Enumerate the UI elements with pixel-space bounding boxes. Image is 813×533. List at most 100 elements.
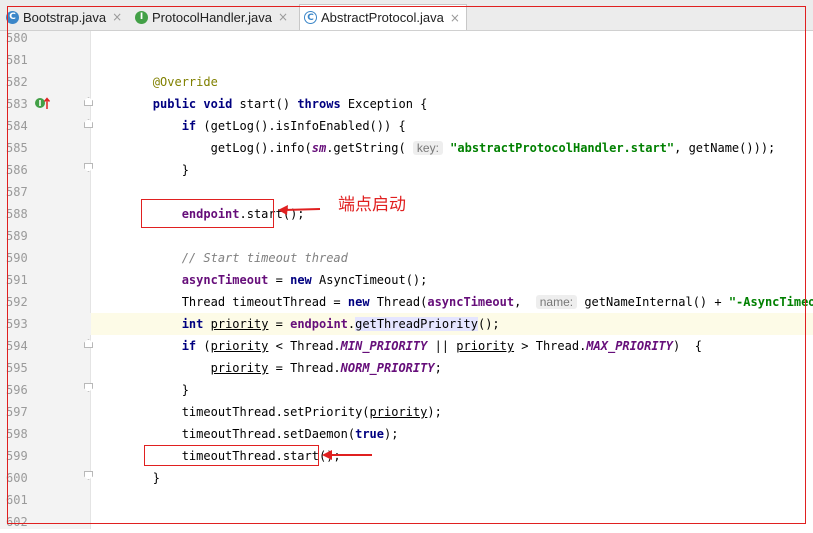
code-token: "abstractProtocolHandler.start" — [450, 141, 675, 155]
line-number: 583 — [6, 97, 28, 111]
code-token: .getString( — [326, 141, 413, 155]
code-token: NORM_PRIORITY — [340, 361, 435, 375]
code-text: timeoutThread.setDaemon(true); — [95, 427, 399, 441]
code-token: ; — [434, 361, 442, 375]
code-line[interactable]: 591 asyncTimeout = new AsyncTimeout(); — [0, 269, 813, 291]
code-line[interactable]: 584 if (getLog().isInfoEnabled()) { — [0, 115, 813, 137]
code-token: timeoutThread.setPriority( — [95, 405, 370, 419]
annotation-label: 端点启动 — [338, 195, 406, 215]
close-icon[interactable]: × — [278, 10, 288, 24]
code-token: priority — [210, 339, 269, 353]
line-number: 595 — [6, 361, 28, 375]
line-number: 597 — [6, 405, 28, 419]
code-text: if (priority < Thread.MIN_PRIORITY || pr… — [95, 339, 702, 353]
code-text: getLog().info(sm.getString( key: "abstra… — [95, 141, 775, 155]
code-token: "-AsyncTimeout" — [728, 295, 813, 309]
line-number: 594 — [6, 339, 28, 353]
code-line[interactable]: 587 — [0, 181, 813, 203]
highlight-box-thread-start — [144, 445, 319, 466]
implements-method-icon[interactable]: I — [34, 95, 52, 114]
code-token: int — [181, 317, 204, 331]
code-token: if — [181, 339, 197, 353]
code-token: priority — [456, 339, 515, 353]
interface-icon: I — [135, 10, 148, 24]
code-line[interactable]: 588 endpoint.start(); — [0, 203, 813, 225]
parameter-hint: key: — [412, 141, 443, 155]
line-number: 586 — [6, 163, 28, 177]
line-number: 581 — [6, 53, 28, 67]
code-token: priority — [210, 361, 269, 375]
code-token: asyncTimeout — [181, 273, 269, 287]
highlight-box-endpoint-start — [141, 199, 274, 228]
line-number: 602 — [6, 515, 28, 529]
close-icon[interactable]: × — [112, 10, 122, 24]
code-text: timeoutThread.setPriority(priority); — [95, 405, 442, 419]
code-text: if (getLog().isInfoEnabled()) { — [95, 119, 406, 133]
code-text: priority = Thread.NORM_PRIORITY; — [95, 361, 442, 375]
code-line[interactable]: 602 — [0, 511, 813, 533]
red-arrow-icon — [276, 202, 322, 221]
code-line[interactable]: 585 getLog().info(sm.getString( key: "ab… — [0, 137, 813, 159]
code-line[interactable]: 586 } — [0, 159, 813, 181]
line-number: 585 — [6, 141, 28, 155]
code-line[interactable]: 594 if (priority < Thread.MIN_PRIORITY |… — [0, 335, 813, 357]
code-line[interactable]: 580 — [0, 27, 813, 49]
line-number: 599 — [6, 449, 28, 463]
line-number: 596 — [6, 383, 28, 397]
code-token: priority — [210, 317, 269, 331]
code-line[interactable]: 595 priority = Thread.NORM_PRIORITY; — [0, 357, 813, 379]
code-token: priority — [369, 405, 428, 419]
code-line[interactable]: 600 } — [0, 467, 813, 489]
code-token: MAX_PRIORITY — [586, 339, 674, 353]
code-line[interactable]: 592 Thread timeoutThread = new Thread(as… — [0, 291, 813, 313]
code-line[interactable]: 597 timeoutThread.setPriority(priority); — [0, 401, 813, 423]
line-number: 590 — [6, 251, 28, 265]
code-token: } — [95, 163, 189, 177]
code-line[interactable]: 590 // Start timeout thread — [0, 247, 813, 269]
line-number: 584 — [6, 119, 28, 133]
code-line[interactable]: 599 timeoutThread.start(); — [0, 445, 813, 467]
code-token: getThreadPriority — [355, 317, 478, 331]
abstract-class-icon: C — [304, 11, 317, 24]
code-token: new — [290, 273, 312, 287]
code-line[interactable]: 583 public void start() throws Exception… — [0, 93, 813, 115]
tab-label: ProtocolHandler.java — [152, 9, 272, 25]
code-text: Thread timeoutThread = new Thread(asyncT… — [95, 295, 813, 309]
code-line[interactable]: 581 — [0, 49, 813, 71]
code-line[interactable]: 598 timeoutThread.setDaemon(true); — [0, 423, 813, 445]
code-token: if — [181, 119, 197, 133]
line-number: 601 — [6, 493, 28, 507]
code-line[interactable]: 601 — [0, 489, 813, 511]
code-token: getNameInternal() + — [577, 295, 729, 309]
code-token: = — [268, 317, 291, 331]
code-line[interactable]: 589 — [0, 225, 813, 247]
code-text: public void start() throws Exception { — [95, 97, 428, 111]
class-icon: C — [6, 10, 19, 24]
code-text: asyncTimeout = new AsyncTimeout(); — [95, 273, 428, 287]
code-line[interactable]: 596 } — [0, 379, 813, 401]
code-token: sm — [311, 141, 327, 155]
code-token: ); — [384, 427, 399, 441]
close-icon[interactable]: × — [450, 11, 460, 25]
red-arrow-icon — [320, 447, 374, 466]
code-token: = — [268, 273, 291, 287]
code-token: ) { — [673, 339, 702, 353]
code-line[interactable]: 582 @Override — [0, 71, 813, 93]
code-token: // Start timeout thread — [181, 251, 348, 265]
code-token: throws — [297, 97, 341, 111]
svg-text:I: I — [39, 99, 42, 108]
line-number: 588 — [6, 207, 28, 221]
parameter-hint: name: — [535, 295, 578, 309]
code-token: public — [152, 97, 197, 111]
code-token: > Thread. — [514, 339, 587, 353]
code-line[interactable]: 593 int priority = endpoint.getThreadPri… — [0, 313, 813, 335]
line-number: 592 — [6, 295, 28, 309]
